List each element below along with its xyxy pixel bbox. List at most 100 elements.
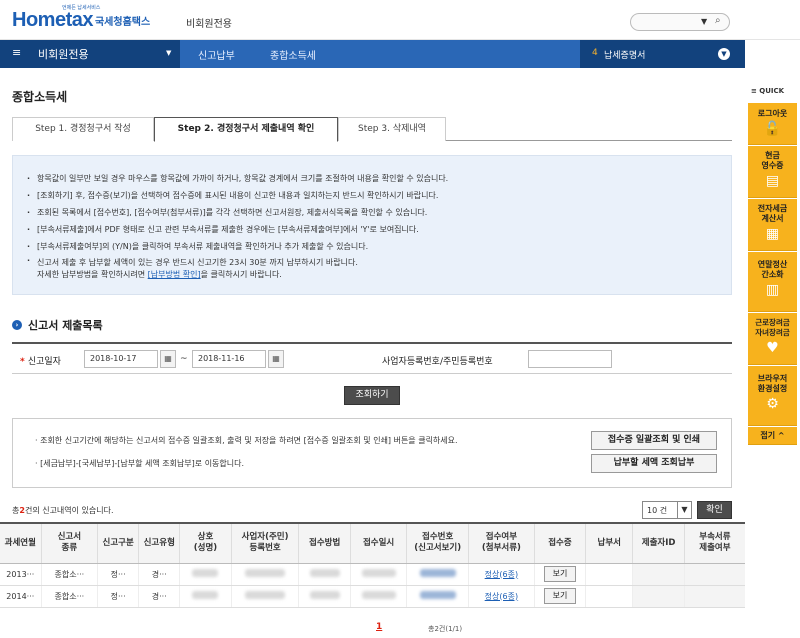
cell-method-masked [298, 585, 351, 608]
breadcrumb-item-filing[interactable]: 신고납부 [180, 40, 260, 68]
cell-receipt: 보기 [533, 585, 586, 608]
calendar-icon[interactable]: ▦ [268, 350, 284, 368]
cell-submitter-masked [632, 585, 685, 608]
view-receipt-button[interactable]: 보기 [543, 566, 576, 582]
cell-period: 2013··· [0, 563, 42, 586]
tab-label: Step 3. 삭제내역 [358, 124, 426, 134]
info-line: 조회된 목록에서 [접수번호], [접수여부(첨부서류)]를 각각 선택하면 신… [27, 204, 731, 221]
chevron-down-icon[interactable]: ▼ [718, 48, 730, 60]
cell-submitter-masked [632, 563, 685, 586]
confirm-button[interactable]: 확인 [697, 501, 732, 519]
status-link[interactable]: 정상(6종) [485, 592, 518, 601]
info-line: [부속서류제출]에서 PDF 형태로 신고 관련 부속서류를 제출한 경우에는 … [27, 221, 731, 238]
cell-div: 정··· [97, 585, 139, 608]
quick-cash-receipt-button[interactable]: 현금 영수증 ▤ [748, 146, 797, 198]
chevron-down-icon[interactable]: ▼ [677, 502, 691, 518]
cell-status[interactable]: 정상(6종) [468, 563, 535, 586]
tab-step2[interactable]: Step 2. 경정청구서 제출내역 확인 [154, 117, 338, 142]
payment-method-link[interactable]: [납부방법 확인] [148, 270, 201, 279]
tab-step1[interactable]: Step 1. 경정청구서 작성 [12, 117, 154, 141]
batch-receipt-button[interactable]: 접수증 일괄조회 및 인쇄 [591, 431, 717, 450]
search-icon[interactable]: ⌕ [715, 15, 721, 26]
range-separator: ~ [180, 354, 188, 364]
hamburger-icon[interactable]: ≡ [12, 46, 21, 59]
col-header: 접수증 [533, 522, 586, 564]
cell-type: 종합소··· [40, 585, 98, 608]
cell-status[interactable]: 정상(6종) [468, 585, 535, 608]
breadcrumb-label: 신고납부 [198, 51, 235, 62]
quick-incentive-button[interactable]: 근로장려금 자녀장려금 ♥ [748, 313, 797, 365]
receipt-icon: ▤ [765, 173, 780, 189]
pay-tax-button[interactable]: 납부할 세액 조회납부 [591, 454, 717, 473]
info-line-text: 을 클릭하시기 바랍니다. [200, 270, 282, 279]
cell-receipt-no-link[interactable] [406, 563, 469, 586]
nav-menu-label[interactable]: 비회원전용 [38, 46, 89, 62]
calendar-icon[interactable]: ▦ [160, 350, 176, 368]
search-box[interactable]: ▼ ⌕ [630, 13, 730, 31]
quick-label: 브라우저 환경설정 [757, 374, 788, 393]
quick-collapse-button[interactable]: 접기 ^ [748, 427, 797, 445]
biz-number-label: 사업자등록번호/주민등록번호 [382, 357, 493, 367]
col-header: 신고서 종류 [40, 522, 98, 564]
info-line: [조회하기] 후, 접수증(보기)을 선택하여 접수증에 표시된 내용이 신고한… [27, 187, 731, 204]
cell-datetime-masked [349, 563, 407, 586]
cert-label: 납세증명서 [604, 51, 646, 61]
cell-regno-masked [230, 585, 299, 608]
info-line-text: 자세한 납부방법을 확인하시려면 [37, 270, 146, 279]
quick-label: 근로장려금 자녀장려금 [755, 318, 790, 337]
col-header: 접수번호 (신고서보기) [406, 522, 469, 564]
chevron-down-icon[interactable]: ▼ [701, 17, 707, 26]
cell-bill [585, 585, 633, 608]
heart-icon: ♥ [766, 340, 779, 356]
col-header: 사업자(주민) 등록번호 [230, 522, 299, 564]
table-row: 2013··· 종합소··· 정··· 경··· 정상(6종) 보기 [0, 563, 745, 586]
quick-logout-button[interactable]: 로그아웃 🔓 [748, 103, 797, 145]
quick-browser-settings-button[interactable]: 브라우저 환경설정 ⚙ [748, 366, 797, 426]
quick-e-invoice-button[interactable]: 전자세금 계산서 ▦ [748, 199, 797, 251]
col-header: 신고구분 [97, 522, 139, 564]
filing-table: 과세연월 신고서 종류 신고구분 신고유형 상호 (성명) 사업자(주민) 등록… [0, 522, 745, 608]
table-row: 2014··· 종합소··· 정··· 경··· 정상(6종) 보기 [0, 585, 745, 608]
hometax-logo[interactable]: 언제든 납세서비스 Hometax 국세청홈택스 [12, 5, 150, 32]
cell-bill [585, 563, 633, 586]
info-box: 항목값이 일부만 보일 경우 마우스를 항목값에 가까이 하거나, 항목값 경계… [12, 155, 732, 295]
arrow-right-icon: › [12, 320, 22, 330]
col-header: 제출자ID [632, 522, 685, 564]
count-suffix: 건의 신고내역이 있습니다. [24, 506, 114, 515]
quick-menu: ≡ QUICK 로그아웃 🔓 현금 영수증 ▤ 전자세금 계산서 ▦ 연말정산 … [745, 40, 800, 638]
col-header: 접수방법 [298, 522, 351, 564]
cell-receipt-no-link[interactable] [406, 585, 469, 608]
col-header: 신고유형 [138, 522, 180, 564]
start-date-input[interactable]: 2018-10-17 [84, 350, 158, 368]
cell-name-masked [179, 585, 232, 608]
chevron-down-icon[interactable]: ▼ [166, 49, 171, 57]
tab-step3[interactable]: Step 3. 삭제내역 [338, 117, 446, 141]
quick-label: 전자세금 계산서 [757, 204, 788, 223]
section-title: › 신고서 제출목록 [12, 317, 103, 333]
col-header: 상호 (성명) [179, 522, 232, 564]
quick-collapse-label: 접기 ^ [760, 431, 785, 440]
page-size-select[interactable]: 10 건 ▼ [642, 501, 692, 519]
view-receipt-button[interactable]: 보기 [543, 588, 576, 604]
page-link-current[interactable]: 1 [376, 622, 382, 632]
cell-kind: 경··· [138, 585, 180, 608]
cell-receipt: 보기 [533, 563, 586, 586]
guide-line: · 조회한 신고기간에 해당하는 신고서의 접수증 일괄조회, 출력 및 저장을… [35, 436, 458, 445]
status-link[interactable]: 정상(6종) [485, 570, 518, 579]
date-label: * 신고일자 [20, 357, 61, 367]
end-date-input[interactable]: 2018-11-16 [192, 350, 266, 368]
guide-line: · [세금납부]-[국세납부]-[납부할 세액 조회납부]로 이동합니다. [35, 459, 245, 468]
cell-type: 종합소··· [40, 563, 98, 586]
tab-label: Step 1. 경정청구서 작성 [35, 124, 131, 134]
search-button[interactable]: 조회하기 [344, 386, 400, 405]
tax-certificate-link[interactable]: 4 납세증명서 ▼ [580, 40, 745, 68]
step-tabs: Step 1. 경정청구서 작성 Step 2. 경정청구서 제출내역 확인 S… [12, 117, 732, 142]
cell-name-masked [179, 563, 232, 586]
unlock-icon: 🔓 [763, 121, 782, 137]
info-line: 신고서 제출 후 납부할 세액이 있는 경우 반드시 신고기한 23시 30분 … [27, 255, 731, 281]
breadcrumb-item-income-tax[interactable]: 종합소득세 [260, 40, 580, 68]
info-line-text: 신고서 제출 후 납부할 세액이 있는 경우 반드시 신고기한 23시 30분 … [37, 258, 358, 267]
biz-number-input[interactable] [528, 350, 612, 368]
cell-period: 2014··· [0, 585, 42, 608]
quick-year-end-button[interactable]: 연말정산 간소화 ▥ [748, 252, 797, 312]
